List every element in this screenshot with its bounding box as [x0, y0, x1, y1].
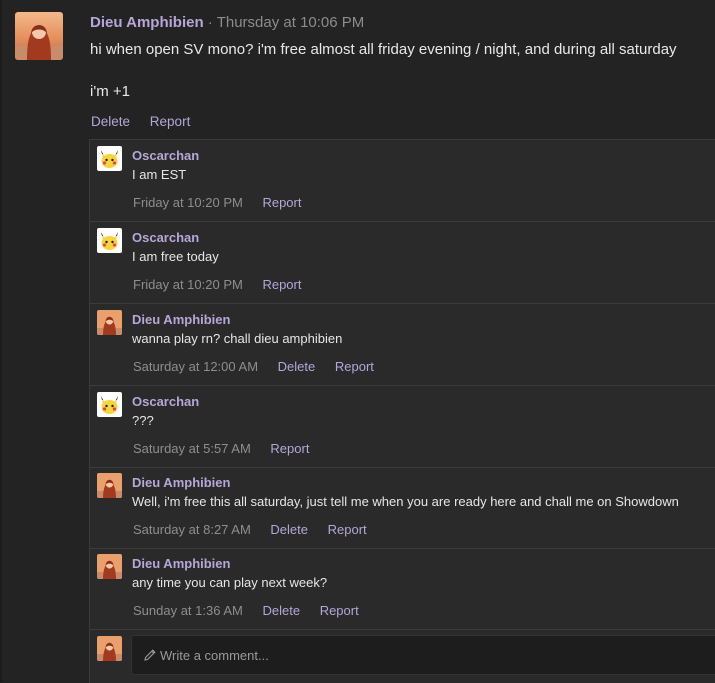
reply-meta: Friday at 10:20 PM Report [133, 277, 317, 293]
reply-author[interactable]: Dieu Amphibien [132, 556, 230, 572]
reply-meta: Saturday at 12:00 AM Delete Report [133, 359, 390, 375]
reply-author[interactable]: Oscarchan [132, 230, 199, 246]
post-delete-link[interactable]: Delete [91, 114, 130, 129]
reply-timestamp[interactable]: Sunday at 1:36 AM [133, 603, 243, 618]
reply-author[interactable]: Dieu Amphibien [132, 312, 230, 328]
reply-timestamp[interactable]: Saturday at 12:00 AM [133, 359, 258, 374]
post-author-avatar[interactable] [15, 12, 63, 60]
reply-item: Oscarchan ??? Saturday at 5:57 AM Report [90, 386, 715, 468]
reply-report-link[interactable]: Report [270, 441, 309, 456]
post-text-line-2: i'm +1 [90, 83, 130, 100]
replies-list: Oscarchan I am EST Friday at 10:20 PM Re… [89, 139, 715, 683]
reply-message: any time you can play next week? [132, 575, 328, 590]
post-timestamp[interactable]: Thursday at 10:06 PM [217, 14, 365, 31]
pikachu-avatar[interactable] [97, 146, 122, 171]
post-body: hi when open SV mono? i'm free almost al… [90, 41, 710, 101]
dieu-avatar[interactable] [97, 310, 122, 335]
dieu-avatar[interactable] [97, 636, 122, 661]
reply-report-link[interactable]: Report [262, 195, 301, 210]
reply-message: Well, i'm free this all saturday, just t… [132, 494, 679, 509]
post-text-line-1: hi when open SV mono? i'm free almost al… [90, 41, 677, 58]
reply-delete-link[interactable]: Delete [278, 359, 316, 374]
post-author-name[interactable]: Dieu Amphibien [90, 14, 204, 31]
comment-row: Write a comment... [90, 630, 715, 683]
reply-author[interactable]: Oscarchan [132, 394, 199, 410]
reply-delete-link[interactable]: Delete [270, 522, 308, 537]
reply-timestamp[interactable]: Friday at 10:20 PM [133, 277, 243, 292]
reply-report-link[interactable]: Report [262, 277, 301, 292]
reply-item: Dieu Amphibien Well, i'm free this all s… [90, 467, 715, 549]
dieu-avatar[interactable] [97, 473, 122, 498]
pikachu-avatar[interactable] [97, 392, 122, 417]
reply-meta: Saturday at 8:27 AM Delete Report [133, 522, 383, 538]
pencil-icon [144, 649, 156, 661]
reply-message: I am free today [132, 249, 219, 264]
header-separator: · [207, 14, 213, 31]
post-actions: Delete Report [91, 114, 206, 130]
reply-message: wanna play rn? chall dieu amphibien [132, 331, 343, 346]
reply-meta: Friday at 10:20 PM Report [133, 195, 317, 211]
reply-report-link[interactable]: Report [328, 522, 367, 537]
reply-timestamp[interactable]: Saturday at 8:27 AM [133, 522, 251, 537]
reply-message: I am EST [132, 167, 187, 182]
pikachu-avatar[interactable] [97, 228, 122, 253]
left-gutter [0, 0, 2, 682]
reply-author[interactable]: Oscarchan [132, 148, 199, 164]
reply-meta: Saturday at 5:57 AM Report [133, 441, 325, 457]
reply-message: ??? [132, 413, 154, 428]
comment-placeholder: Write a comment... [160, 648, 269, 663]
reply-item: Dieu Amphibien any time you can play nex… [90, 548, 715, 630]
reply-timestamp[interactable]: Saturday at 5:57 AM [133, 441, 251, 456]
reply-report-link[interactable]: Report [320, 603, 359, 618]
reply-item: Oscarchan I am free today Friday at 10:2… [90, 222, 715, 304]
dieu-avatar[interactable] [97, 554, 122, 579]
reply-item: Oscarchan I am EST Friday at 10:20 PM Re… [90, 140, 715, 222]
reply-item: Dieu Amphibien wanna play rn? chall dieu… [90, 304, 715, 386]
reply-delete-link[interactable]: Delete [262, 603, 300, 618]
reply-meta: Sunday at 1:36 AM Delete Report [133, 603, 375, 619]
reply-author[interactable]: Dieu Amphibien [132, 475, 230, 491]
reply-report-link[interactable]: Report [335, 359, 374, 374]
post-header: Dieu Amphibien · Thursday at 10:06 PM [90, 14, 364, 32]
comment-input[interactable]: Write a comment... [131, 635, 715, 675]
reply-timestamp[interactable]: Friday at 10:20 PM [133, 195, 243, 210]
post-report-link[interactable]: Report [150, 114, 191, 129]
